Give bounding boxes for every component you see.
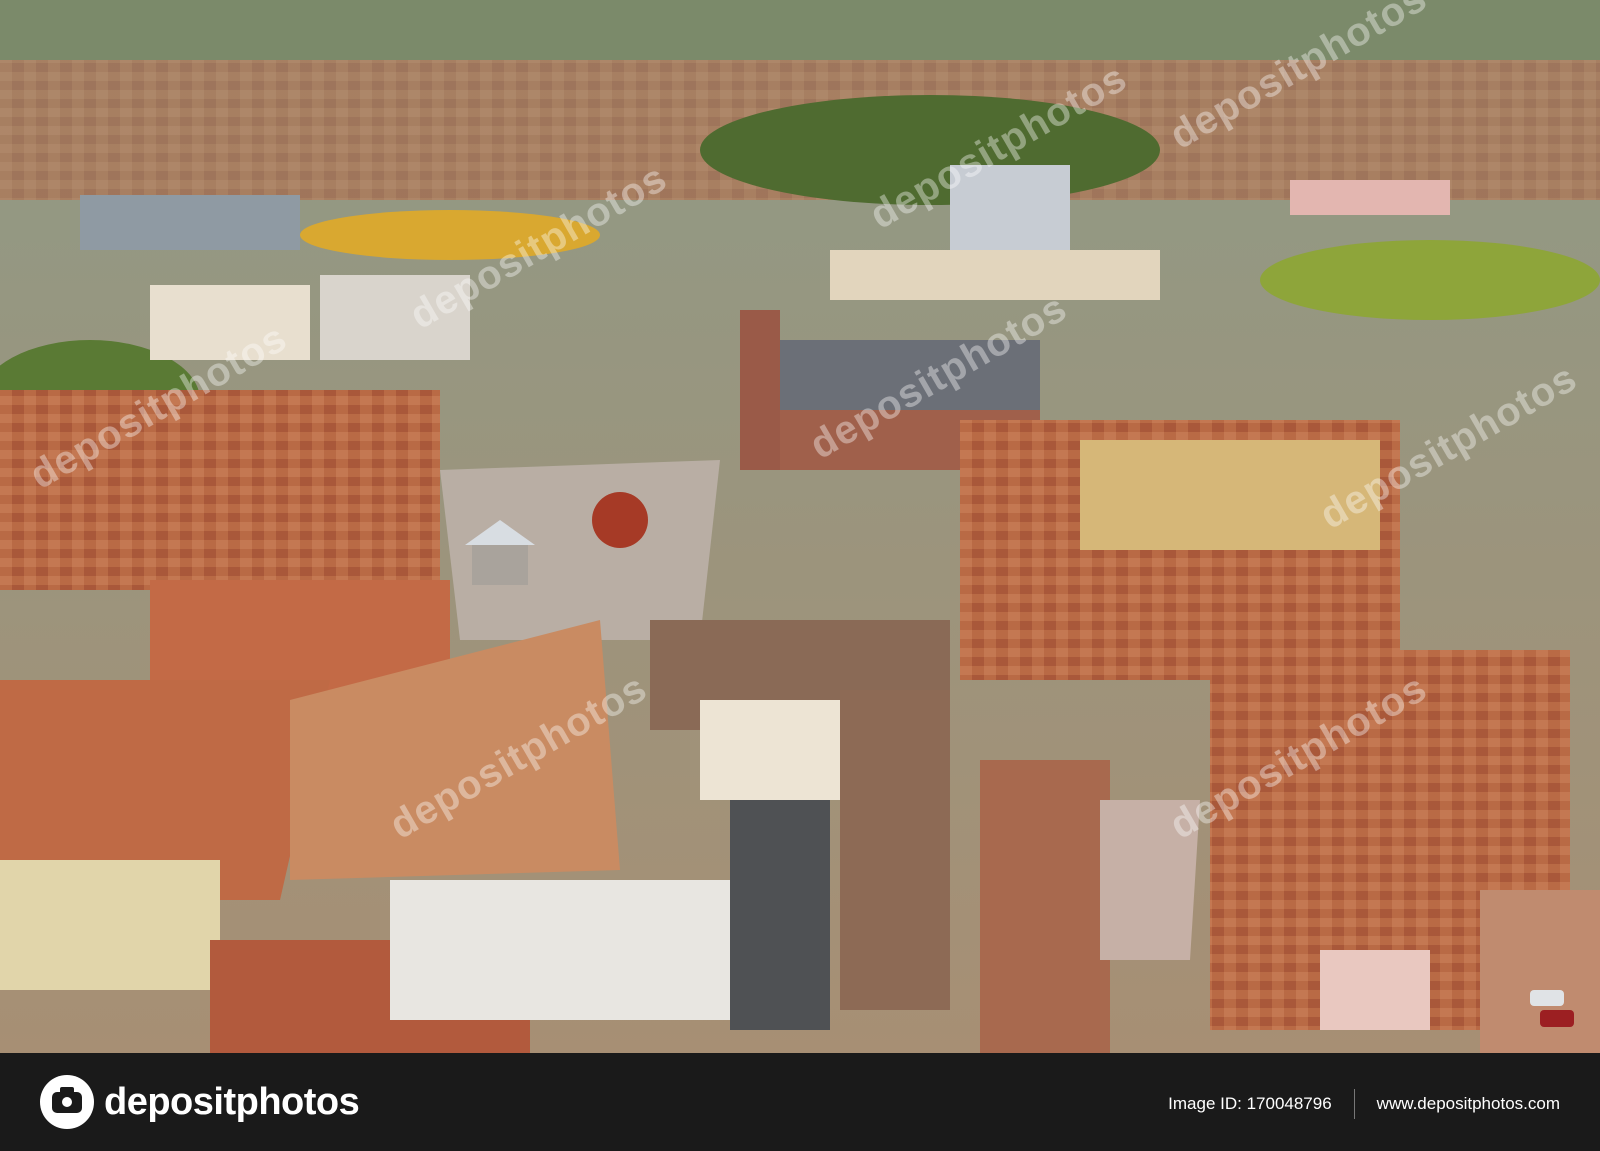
image-id: Image ID: 170048796 bbox=[1168, 1094, 1332, 1113]
site-url-link[interactable]: www.depositphotos.com bbox=[1377, 1094, 1560, 1114]
brand-name: depositphotos bbox=[104, 1080, 360, 1123]
bandstand bbox=[472, 545, 528, 585]
brand-logo[interactable]: depositphotos bbox=[40, 1075, 360, 1129]
mansard-building bbox=[840, 690, 950, 1010]
cathedral-tower bbox=[740, 310, 780, 470]
market-hall bbox=[80, 195, 300, 250]
aerial-photo-illustration: depositphotos depositphotos depositphoto… bbox=[0, 0, 1600, 1053]
white-car bbox=[1530, 990, 1564, 1006]
image-meta: Image ID: 170048796 www.depositphotos.co… bbox=[1168, 1089, 1560, 1119]
footer-bar: depositphotos Image ID: 170048796 www.de… bbox=[0, 1053, 1600, 1151]
street-corner bbox=[1480, 890, 1600, 1053]
apartment-block bbox=[830, 250, 1160, 300]
right-long-roof bbox=[980, 760, 1110, 1053]
courtyard bbox=[730, 800, 830, 1030]
pink-building bbox=[1290, 180, 1450, 215]
camera-icon bbox=[40, 1075, 94, 1129]
red-car bbox=[1540, 1010, 1574, 1027]
left-rooftops bbox=[0, 390, 440, 590]
pink-facade bbox=[1320, 950, 1430, 1030]
red-tree bbox=[592, 492, 648, 548]
white-wall bbox=[390, 880, 730, 1020]
meta-divider bbox=[1353, 1089, 1355, 1119]
tree-row-right bbox=[1260, 240, 1600, 320]
yellow-facade bbox=[0, 860, 220, 990]
aerial-photo: depositphotos depositphotos depositphoto… bbox=[0, 0, 1600, 1053]
